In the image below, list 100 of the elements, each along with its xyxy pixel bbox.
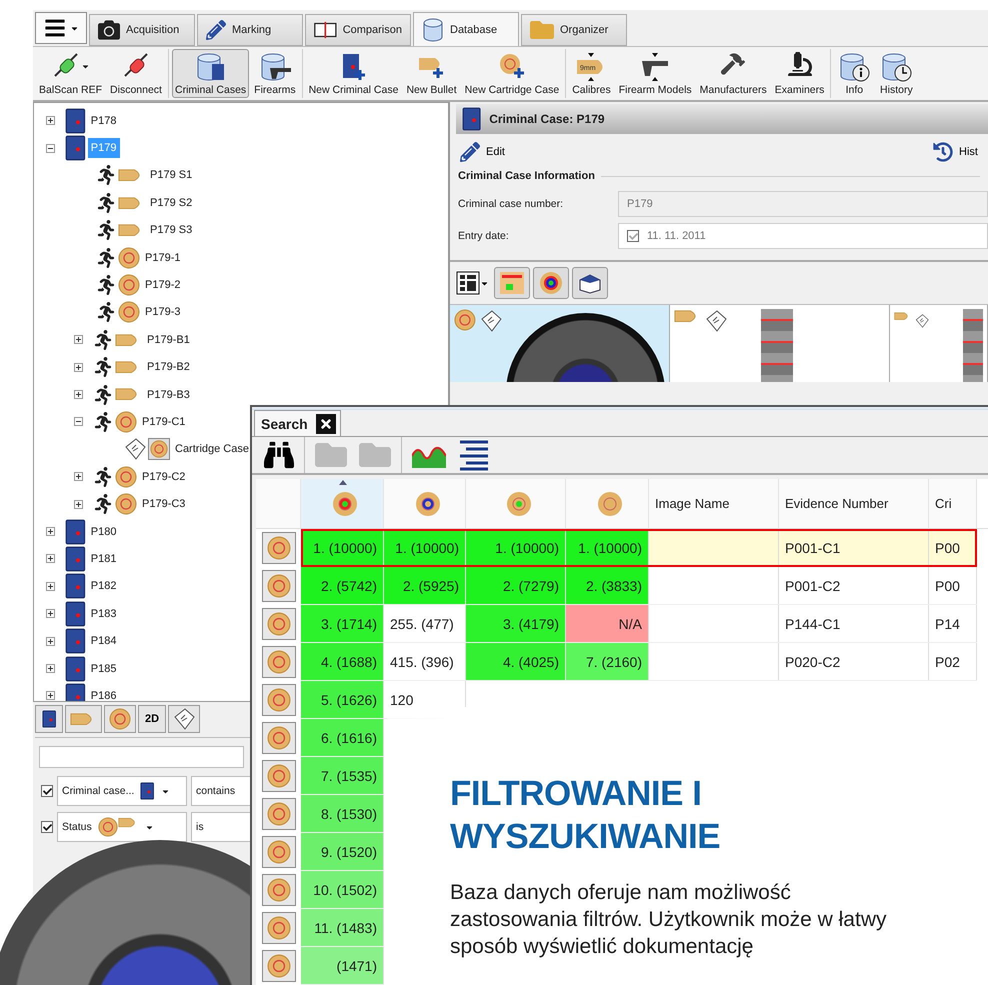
tab[interactable]: Acquisition — [89, 14, 195, 46]
ribbon-button[interactable]: Firearm Models — [616, 49, 695, 98]
result-row[interactable]: 3. (1714) 255. (477) 3. (4179) N/A P144-C1 P14 — [301, 605, 977, 643]
column-header[interactable] — [384, 479, 466, 528]
ribbon-button[interactable]: Examiners — [772, 49, 828, 98]
column-header[interactable]: Image Name — [649, 479, 779, 528]
tree-item[interactable]: P186 — [88, 686, 120, 701]
tree-item[interactable]: P179-B1 — [144, 330, 193, 350]
tree-item[interactable]: Cartridge Case — [172, 439, 252, 460]
ribbon-button[interactable]: History — [876, 49, 916, 98]
row-header-button[interactable] — [262, 608, 296, 640]
tree-item[interactable]: P181 — [88, 548, 120, 569]
result-row[interactable]: 7. (1535) — [301, 757, 384, 795]
expand-toggle[interactable] — [46, 116, 55, 126]
tree-item[interactable]: P179-C3 — [139, 494, 188, 514]
result-row[interactable]: 2. (5742) 2. (5925) 2. (7279) 2. (3833) P001-C2 P00 — [301, 567, 977, 605]
tree-item[interactable]: P179 S1 — [147, 165, 196, 186]
collapse-toggle[interactable] — [46, 144, 55, 153]
tree-item[interactable]: P179-2 — [142, 275, 184, 296]
ribbon-button[interactable]: Info — [834, 49, 874, 98]
tree-item[interactable]: P179-B2 — [144, 357, 193, 378]
operator-dropdown[interactable]: is — [191, 812, 251, 842]
tree-item[interactable]: P182 — [88, 576, 120, 596]
operator-dropdown[interactable]: contains — [191, 776, 251, 806]
tree-item[interactable]: P179-B3 — [144, 384, 193, 405]
row-header-button[interactable] — [262, 722, 296, 754]
heatmap-view-button[interactable] — [533, 267, 569, 299]
menu-button[interactable] — [35, 12, 87, 44]
date-checkbox[interactable] — [627, 230, 639, 242]
expand-toggle[interactable] — [46, 609, 55, 618]
row-header-button[interactable] — [262, 950, 296, 982]
stack-view-button[interactable] — [572, 267, 608, 299]
view-toggle-button[interactable] — [35, 705, 63, 733]
tab[interactable]: Marking — [197, 14, 303, 46]
column-header[interactable]: Cri — [929, 479, 977, 528]
ribbon-button[interactable]: New Bullet — [403, 49, 460, 98]
close-button[interactable] — [316, 414, 336, 434]
tree-item[interactable]: P179-1 — [142, 248, 184, 268]
field-dropdown[interactable]: Status — [57, 812, 187, 842]
row-header-button[interactable] — [262, 570, 296, 602]
expand-toggle[interactable] — [46, 636, 55, 646]
edit-button[interactable]: Edit — [460, 142, 505, 162]
filter-input-field[interactable] — [39, 746, 244, 768]
result-row[interactable]: (1471) — [301, 947, 384, 985]
column-header[interactable]: Evidence Number — [779, 479, 929, 528]
input-field[interactable]: 11. 11. 2011 — [618, 223, 988, 249]
expand-toggle[interactable] — [46, 664, 55, 673]
expand-toggle[interactable] — [74, 472, 83, 482]
view-toggle-button[interactable]: 2D — [138, 705, 166, 733]
search-tab[interactable]: Search — [254, 410, 341, 436]
tree-item[interactable]: P179-C2 — [139, 466, 188, 487]
tree-item[interactable]: P179 S3 — [147, 220, 196, 240]
row-header-button[interactable] — [262, 836, 296, 868]
tree-item[interactable]: P180 — [88, 522, 120, 542]
ribbon-button[interactable]: BalScan REF — [36, 49, 106, 98]
clock-action-button[interactable]: Hist — [933, 142, 978, 162]
filter-checkbox[interactable] — [41, 821, 53, 833]
row-header-button[interactable] — [262, 646, 296, 678]
expand-toggle[interactable] — [46, 554, 55, 564]
ribbon-button[interactable]: New Cartridge Case — [462, 49, 562, 98]
field-dropdown[interactable]: Criminal case... — [57, 776, 187, 806]
tree-item[interactable]: P179 S2 — [147, 192, 196, 213]
expand-toggle[interactable] — [46, 691, 55, 700]
column-header[interactable] — [301, 479, 384, 528]
filter-checkbox[interactable] — [41, 785, 53, 797]
ribbon-button[interactable]: Manufacturers — [696, 49, 770, 98]
result-row[interactable]: 11. (1483) — [301, 909, 384, 947]
collapse-toggle[interactable] — [74, 417, 83, 426]
ribbon-button[interactable]: Criminal Cases — [172, 49, 250, 98]
tree-item[interactable]: P183 — [88, 604, 120, 624]
result-row[interactable]: 10. (1502) — [301, 871, 384, 909]
tree-item[interactable]: P185 — [88, 658, 120, 678]
view-toggle-button[interactable] — [65, 705, 102, 733]
tree-item[interactable]: P184 — [88, 631, 120, 652]
view-toggle-button[interactable] — [168, 705, 200, 733]
expand-toggle[interactable] — [74, 500, 83, 509]
tab[interactable]: Comparison — [305, 14, 411, 46]
thumbnail-card[interactable] — [450, 305, 670, 382]
ribbon-button[interactable]: New Criminal Case — [306, 49, 402, 98]
tree-item[interactable]: P179-3 — [142, 302, 184, 322]
result-row[interactable]: 8. (1530) — [301, 795, 384, 833]
row-header-button[interactable] — [262, 760, 296, 792]
expand-toggle[interactable] — [46, 582, 55, 591]
expand-toggle[interactable] — [74, 390, 83, 400]
ribbon-button[interactable]: Firearms — [251, 49, 299, 98]
result-row[interactable]: 4. (1688) 415. (396) 4. (4025) 7. (2160) P020-C2 P02 — [301, 643, 977, 681]
tab[interactable]: Database — [413, 12, 519, 46]
view-toggle-button[interactable] — [104, 705, 136, 733]
result-row[interactable]: 1. (10000) 1. (10000) 1. (10000) 1. (10000) P001-C1 P00 — [301, 529, 977, 567]
tree-item[interactable]: P179-C1 — [139, 412, 188, 432]
tree-item[interactable]: P178 — [88, 110, 120, 131]
result-row[interactable]: 6. (1616) — [301, 719, 384, 757]
row-header-button[interactable] — [262, 798, 296, 830]
row-header-button[interactable] — [262, 874, 296, 906]
row-header-button[interactable] — [262, 912, 296, 944]
expand-toggle[interactable] — [74, 335, 83, 344]
ribbon-button[interactable]: Disconnect — [107, 49, 165, 98]
result-row[interactable]: 9. (1520) — [301, 833, 384, 871]
expand-toggle[interactable] — [46, 527, 55, 536]
tab[interactable]: Organizer — [521, 14, 627, 46]
